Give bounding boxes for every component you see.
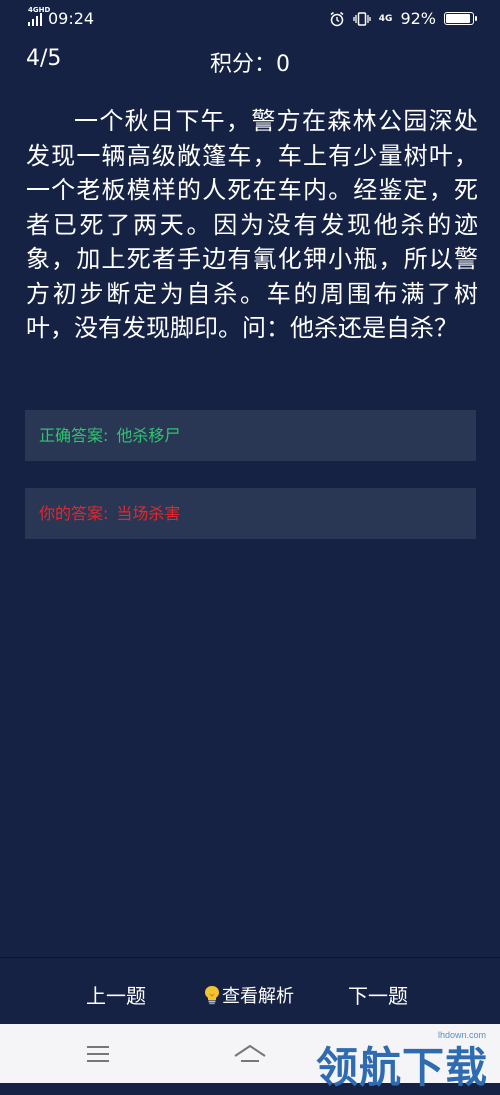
status-bar: 4GHD 09:24 4G 92%	[0, 0, 500, 38]
alarm-icon	[330, 11, 344, 26]
prev-question-button[interactable]: 上一题	[86, 980, 146, 1009]
network-type: 4GHD	[28, 5, 51, 14]
status-time: 09:24	[48, 9, 95, 28]
user-answer-box: 你的答案: 当场杀害	[25, 488, 476, 539]
next-question-button[interactable]: 下一题	[348, 980, 408, 1009]
quiz-header: 4/5 积分：0	[0, 42, 500, 82]
user-answer-label: 你的答案:	[39, 504, 109, 523]
lightbulb-icon	[205, 986, 219, 1005]
correct-answer-box: 正确答案: 他杀移尸	[25, 410, 476, 461]
correct-answer-value: 他杀移尸	[116, 426, 181, 445]
view-analysis-label: 查看解析	[222, 986, 294, 1007]
user-answer-value: 当场杀害	[116, 504, 181, 523]
menu-icon[interactable]	[87, 1046, 109, 1062]
view-analysis-button[interactable]: 查看解析	[203, 982, 294, 1008]
network-right: 4G	[378, 13, 393, 24]
watermark-text: 领航下载	[315, 1043, 488, 1092]
vibrate-icon	[353, 11, 371, 26]
score-display: 积分：0	[210, 52, 290, 77]
watermark-logo: lhdown.com 领航下载	[306, 1014, 496, 1092]
battery-percent: 92%	[400, 9, 436, 28]
correct-answer-label: 正确答案:	[39, 426, 109, 445]
status-right: 4G 92%	[329, 9, 477, 28]
battery-fill	[446, 14, 470, 23]
status-left: 4GHD 09:24	[28, 6, 95, 28]
battery-icon	[444, 12, 477, 25]
question-text: 一个秋日下午，警方在森林公园深处发现一辆高级敞篷车，车上有少量树叶，一个老板模样…	[26, 107, 478, 342]
signal-icon: 4GHD	[28, 6, 50, 26]
home-icon[interactable]	[233, 1043, 267, 1063]
